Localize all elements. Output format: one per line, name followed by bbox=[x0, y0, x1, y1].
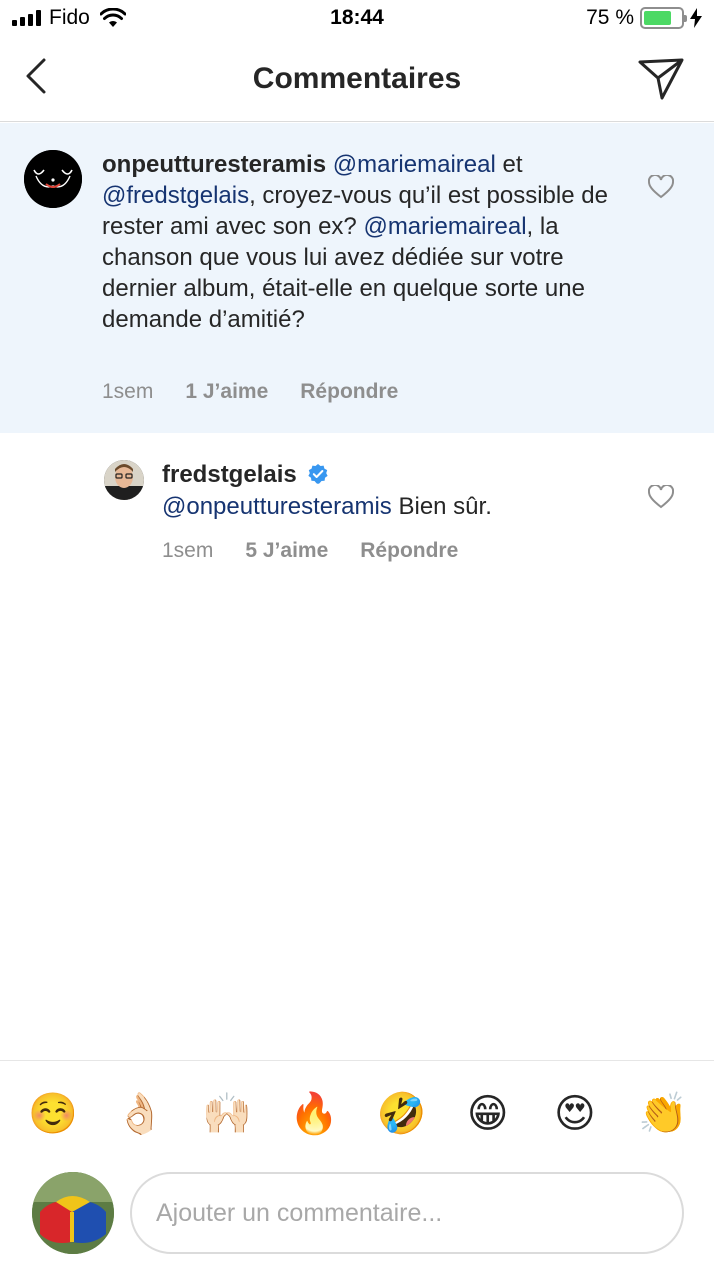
status-right: 75 % bbox=[586, 6, 702, 30]
comment-text-segment: Bien sûr. bbox=[391, 493, 492, 520]
reply-button[interactable]: Répondre bbox=[300, 380, 398, 404]
comment-text: @mariemaireal et @fredstgelais, croyez-v… bbox=[102, 151, 608, 333]
battery-fill bbox=[644, 11, 671, 25]
battery-icon bbox=[640, 7, 687, 29]
avatar[interactable] bbox=[104, 460, 144, 500]
comment-text-segment: et bbox=[495, 151, 523, 178]
comment-username[interactable]: fredstgelais bbox=[162, 461, 297, 488]
emoji-quick-bar: ☺️ 👌🏻 🙌🏻 🔥 🤣 😁 😍 👏 bbox=[0, 1060, 714, 1166]
heart-icon[interactable] bbox=[648, 485, 674, 509]
face-logo-icon bbox=[24, 150, 82, 208]
reply-button[interactable]: Répondre bbox=[360, 539, 458, 563]
nav-bar: Commentaires bbox=[0, 40, 714, 122]
page-title: Commentaires bbox=[252, 62, 462, 95]
emoji-button[interactable]: 😍 bbox=[551, 1090, 599, 1138]
mention-link[interactable]: @mariemaireal bbox=[363, 213, 526, 240]
comment-composer bbox=[0, 1166, 714, 1270]
comment-username[interactable]: onpeutturesteramis bbox=[102, 151, 326, 178]
emoji-button[interactable]: 🙌🏻 bbox=[202, 1090, 252, 1138]
status-bar: Fido 18:44 75 % bbox=[0, 0, 714, 40]
heart-icon[interactable] bbox=[648, 175, 674, 199]
emoji-button[interactable]: 😁 bbox=[464, 1090, 512, 1138]
likes-count[interactable]: 5 J’aime bbox=[245, 539, 328, 563]
likes-count[interactable]: 1 J’aime bbox=[185, 380, 268, 404]
reply-body: fredstgelais @onpeutturesteramis Bien sû… bbox=[162, 459, 622, 523]
comment-meta: 1sem 5 J’aime Répondre bbox=[162, 539, 458, 563]
comment-item: onpeutturesteramis @mariemaireal et @fre… bbox=[0, 123, 714, 433]
emoji-button[interactable]: ☺️ bbox=[28, 1090, 78, 1138]
mention-link[interactable]: @onpeutturesteramis bbox=[162, 493, 392, 520]
avatar[interactable] bbox=[24, 150, 82, 208]
verified-badge-icon bbox=[308, 464, 328, 484]
emoji-button[interactable]: 🔥 bbox=[289, 1090, 339, 1138]
emoji-button[interactable]: 🤣 bbox=[377, 1090, 427, 1138]
profile-photo-icon bbox=[32, 1172, 114, 1254]
comment-text: @onpeutturesteramis Bien sûr. bbox=[162, 491, 622, 523]
comment-time: 1sem bbox=[162, 539, 214, 562]
comment-meta: 1sem 1 J’aime Répondre bbox=[102, 380, 398, 404]
reply-item: fredstgelais @onpeutturesteramis Bien sû… bbox=[0, 433, 714, 583]
charging-bolt-icon bbox=[690, 8, 702, 28]
comment-body: onpeutturesteramis @mariemaireal et @fre… bbox=[102, 149, 622, 335]
current-user-avatar bbox=[32, 1172, 114, 1254]
emoji-button[interactable]: 👌🏻 bbox=[115, 1090, 165, 1138]
profile-photo-icon bbox=[104, 460, 144, 500]
mention-link[interactable]: @fredstgelais bbox=[102, 182, 249, 209]
paper-plane-icon[interactable] bbox=[636, 54, 686, 104]
comment-input[interactable] bbox=[130, 1172, 684, 1254]
battery-percent: 75 % bbox=[586, 6, 634, 29]
emoji-button[interactable]: 👏 bbox=[638, 1090, 688, 1138]
mention-link[interactable]: @mariemaireal bbox=[333, 151, 496, 178]
comment-time: 1sem bbox=[102, 380, 154, 403]
